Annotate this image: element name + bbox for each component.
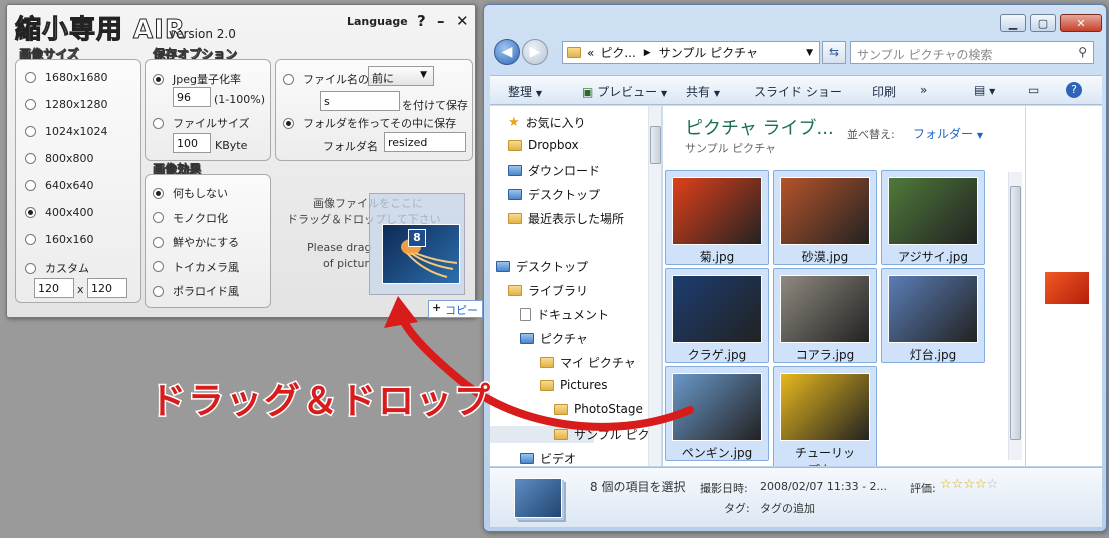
copy-label: コピー xyxy=(445,304,478,317)
plus-icon: + xyxy=(432,301,442,314)
drag-arrow-head xyxy=(384,296,418,328)
copy-badge: + コピー xyxy=(428,300,483,318)
drag-drop-label: ドラッグ＆ドロップ xyxy=(148,380,493,424)
drag-arrow-overlay xyxy=(384,296,694,431)
